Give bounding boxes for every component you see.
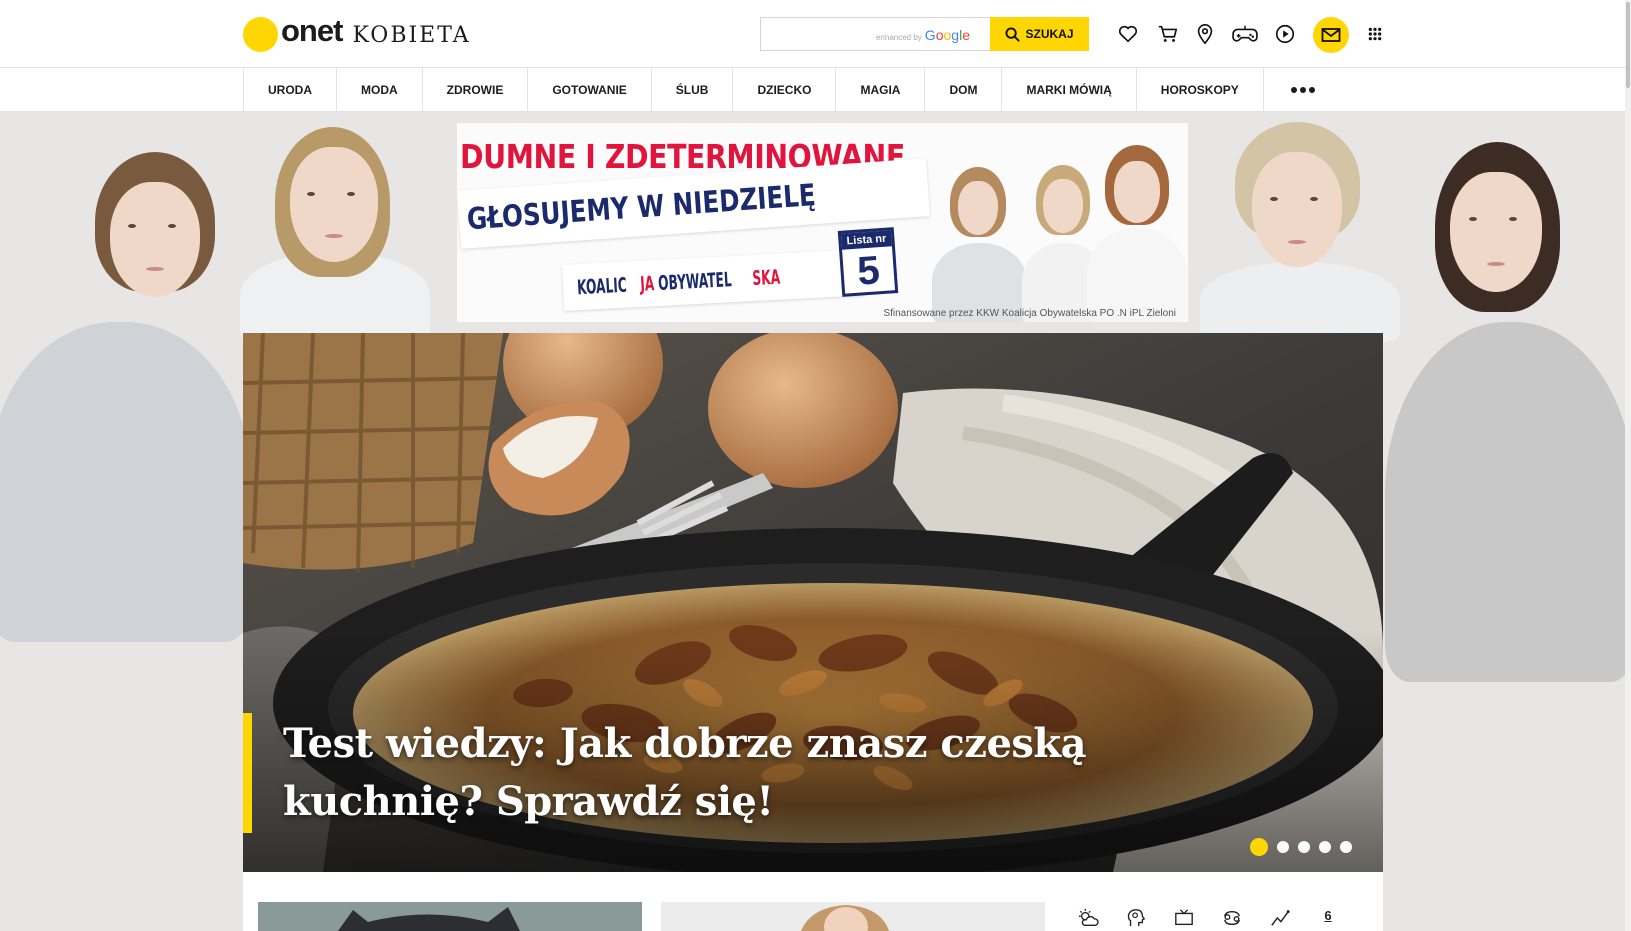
scrollbar-track[interactable] xyxy=(1625,0,1631,931)
nav-item-magia[interactable]: MAGIA xyxy=(836,68,926,112)
cat-image xyxy=(258,902,642,931)
banner-subline: GŁOSUJEMY W NIEDZIELĘ xyxy=(465,177,817,237)
heart-icon[interactable] xyxy=(1116,22,1140,46)
site-header: onet KOBIETA enhanced by Google SZUKAJ xyxy=(0,0,1625,68)
hero-dot-1[interactable] xyxy=(1250,838,1268,856)
nav-item-dom[interactable]: DOM xyxy=(925,68,1003,112)
hero-dot-3[interactable] xyxy=(1298,841,1310,853)
services-bar: 6 xyxy=(1074,908,1342,931)
nav-item-dziecko[interactable]: DZIECKO xyxy=(733,68,837,112)
search-form: enhanced by Google SZUKAJ xyxy=(760,17,1090,51)
article-thumbnail-2[interactable] xyxy=(661,902,1045,931)
nav-item-slub[interactable]: ŚLUB xyxy=(652,68,734,112)
screening-woman-left-2 xyxy=(240,112,430,342)
gamepad-icon[interactable] xyxy=(1231,22,1259,46)
play-icon[interactable] xyxy=(1273,22,1297,46)
nav-list: URODA MODA ZDROWIE GOTOWANIE ŚLUB DZIECK… xyxy=(243,68,1343,112)
search-icon xyxy=(1005,26,1021,42)
hero-title[interactable]: Test wiedzy: Jak dobrze znasz czeską kuc… xyxy=(283,715,1283,831)
party-text: SKA xyxy=(751,264,781,291)
service-number: 6 xyxy=(1324,908,1332,923)
banner-woman-3 xyxy=(1087,143,1187,322)
location-pin-icon[interactable] xyxy=(1193,22,1217,46)
search-button-label: SZUKAJ xyxy=(1025,27,1074,41)
content-area: 6 xyxy=(243,872,1383,931)
hero-dot-2[interactable] xyxy=(1277,841,1289,853)
health-icon[interactable] xyxy=(1122,908,1150,931)
mail-icon xyxy=(1321,28,1341,42)
counter-link[interactable]: 6 xyxy=(1314,908,1342,931)
nav-more-button[interactable] xyxy=(1264,68,1343,112)
party-text: KOALIC xyxy=(576,272,628,300)
main-nav: URODA MODA ZDROWIE GOTOWANIE ŚLUB DZIECK… xyxy=(0,68,1625,112)
nav-item-marki-mowia[interactable]: MARKI MÓWIĄ xyxy=(1002,68,1137,112)
logo-section: KOBIETA xyxy=(352,22,471,48)
election-ad-banner[interactable]: DUMNE I ZDETERMINOWANE GŁOSUJEMY W NIEDZ… xyxy=(457,123,1188,322)
screening-woman-right-2 xyxy=(1385,142,1625,682)
mail-button[interactable] xyxy=(1313,17,1349,53)
banner-party-box: KOALIC JA OBYWATEL SKA xyxy=(562,249,864,311)
banner-disclaimer: Sfinansowane przez KKW Koalicja Obywatel… xyxy=(883,308,1176,319)
party-text: OBYWATEL xyxy=(657,267,733,295)
apps-grid-icon[interactable] xyxy=(1363,22,1387,46)
trend-icon[interactable] xyxy=(1266,908,1294,931)
logo-brand: onet xyxy=(281,13,343,48)
onet-kobieta-logo[interactable]: onet KOBIETA xyxy=(243,13,471,52)
scrollbar-thumb[interactable] xyxy=(1626,2,1630,88)
more-dot xyxy=(1300,87,1307,93)
more-dot xyxy=(1309,87,1316,93)
search-button[interactable]: SZUKAJ xyxy=(990,17,1089,51)
nav-item-gotowanie[interactable]: GOTOWANIE xyxy=(528,68,652,112)
hero-pagination xyxy=(1250,838,1352,856)
hero-title-container: Test wiedzy: Jak dobrze znasz czeską kuc… xyxy=(243,713,1283,833)
nav-item-uroda[interactable]: URODA xyxy=(244,68,337,112)
hero-slider[interactable]: Test wiedzy: Jak dobrze znasz czeską kuc… xyxy=(243,333,1383,872)
hero-dot-5[interactable] xyxy=(1340,841,1352,853)
nav-item-zdrowie[interactable]: ZDROWIE xyxy=(423,68,529,112)
woman-image xyxy=(661,902,1045,931)
hero-dot-4[interactable] xyxy=(1319,841,1331,853)
list-number: 5 xyxy=(855,248,882,294)
screening-woman-right-1 xyxy=(1200,112,1400,342)
cart-icon[interactable] xyxy=(1156,22,1180,46)
search-input[interactable] xyxy=(761,18,990,50)
banner-list-badge: Lista nr 5 xyxy=(837,227,899,297)
more-dot xyxy=(1291,87,1298,93)
banner-woman-1 xyxy=(932,163,1027,322)
banner-party-name: KOALIC JA OBYWATEL SKA xyxy=(576,264,789,300)
nav-item-horoskopy[interactable]: HOROSKOPY xyxy=(1137,68,1264,112)
nav-item-moda[interactable]: MODA xyxy=(337,68,423,112)
screening-woman-left-1 xyxy=(0,142,250,642)
zodiac-icon[interactable] xyxy=(1218,908,1246,931)
search-box: enhanced by Google xyxy=(760,17,990,51)
tv-icon[interactable] xyxy=(1170,908,1198,931)
article-thumbnail-1[interactable] xyxy=(258,902,642,931)
logo-dot xyxy=(243,16,278,52)
party-text: JA xyxy=(639,271,656,296)
weather-icon[interactable] xyxy=(1074,908,1102,931)
